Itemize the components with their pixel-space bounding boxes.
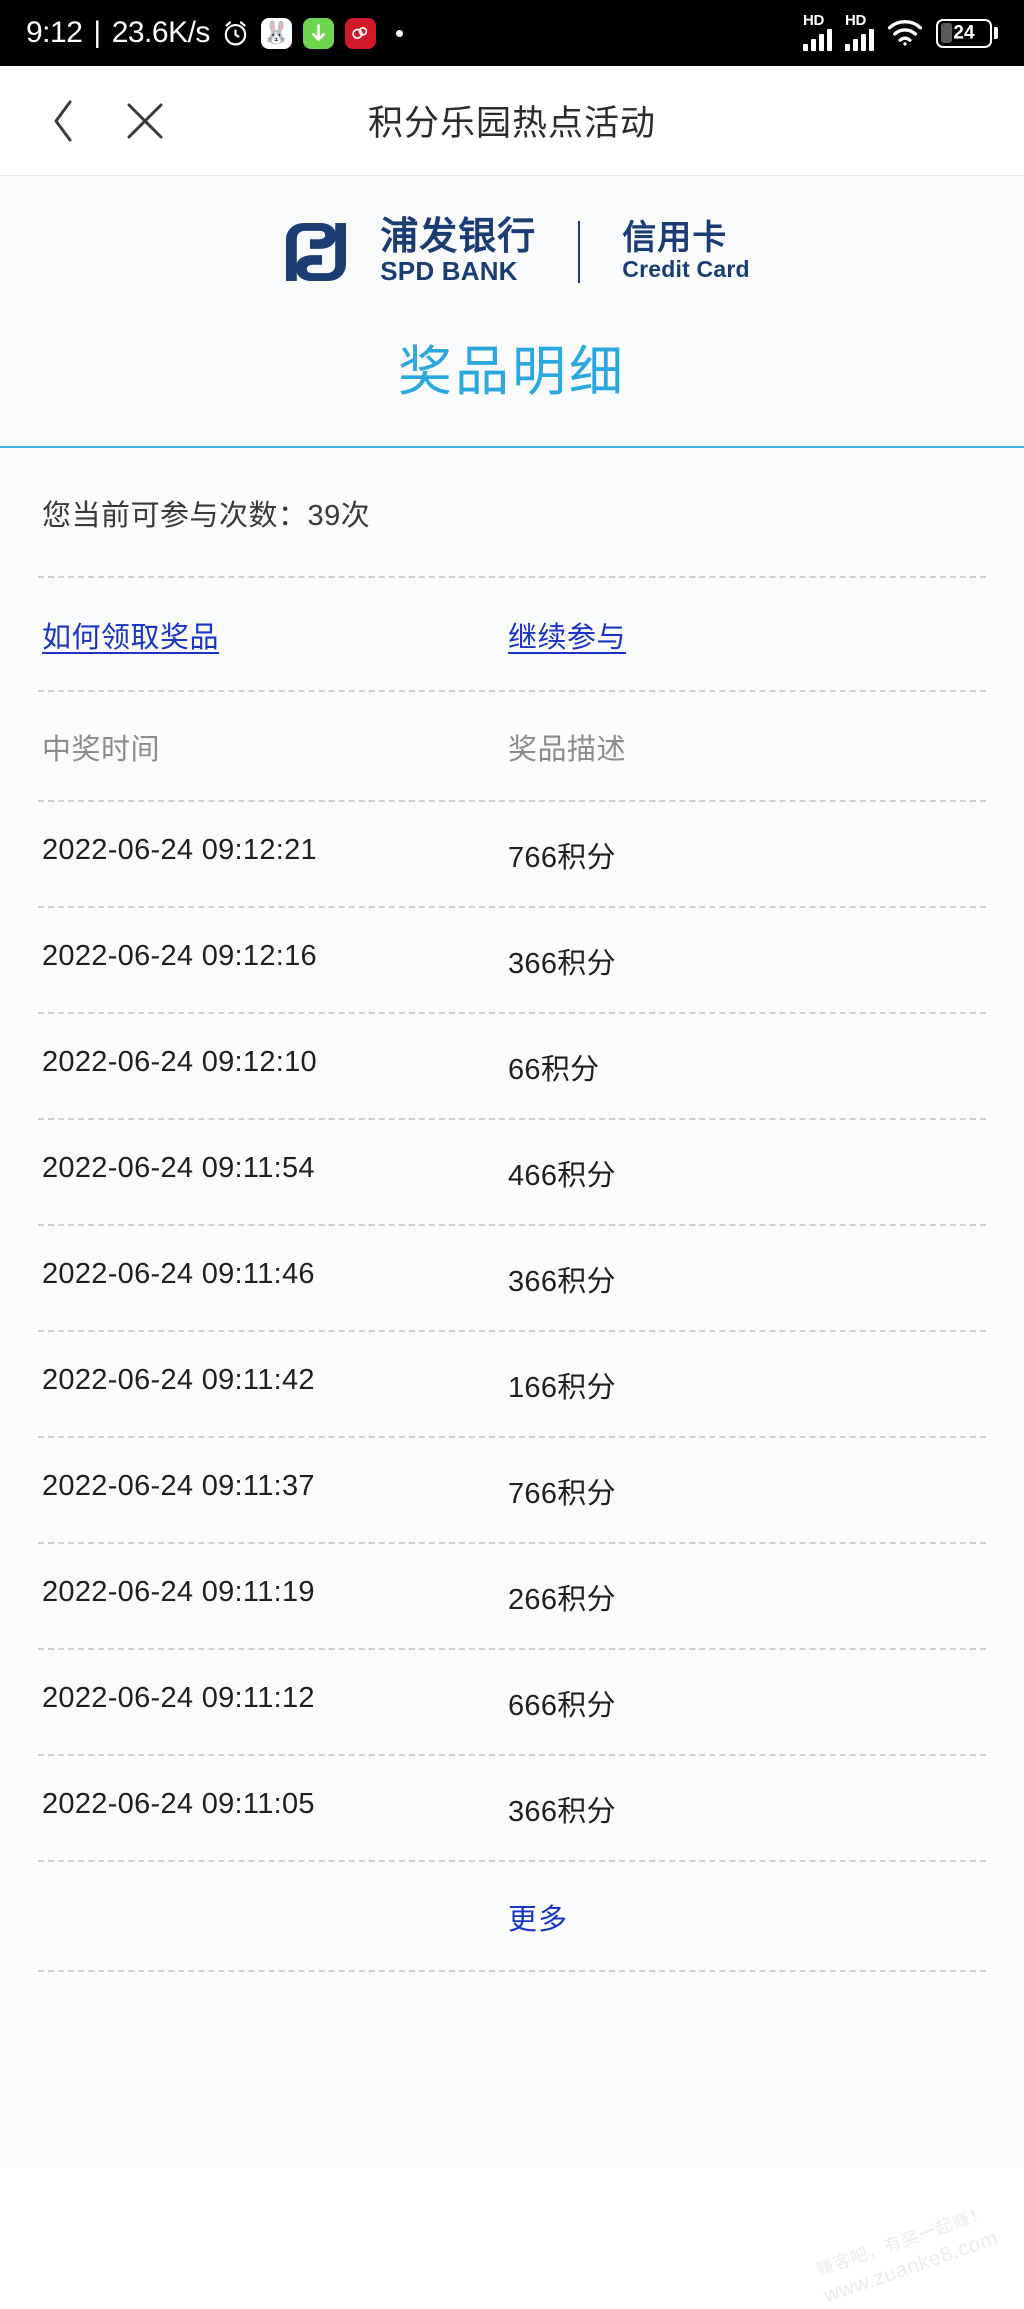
brand-primary-name: 浦发银行 SPD BANK	[380, 218, 536, 287]
signal-strength-2-icon: HD	[845, 15, 874, 51]
table-header-row: 中奖时间 奖品描述	[38, 692, 986, 800]
cell-win-time: 2022-06-24 09:11:19	[42, 1576, 315, 1608]
chevron-left-icon[interactable]	[40, 98, 86, 144]
content-area: 您当前可参与次数：39次 如何领取奖品 继续参与 中奖时间 奖品描述 2022-…	[0, 448, 1024, 2168]
page-container: 浦发银行 SPD BANK 信用卡 Credit Card 奖品明细 您当前可参…	[0, 176, 1024, 2168]
table-row: 2022-06-24 09:11:19 266积分	[38, 1544, 986, 1648]
table-row: 2022-06-24 09:12:16 366积分	[38, 908, 986, 1012]
app-header: 积分乐园热点活动	[0, 66, 1024, 176]
network-speed-text: 23.6K/s	[112, 16, 210, 50]
cell-prize-desc: 766积分	[508, 842, 616, 874]
status-bar-right: HD HD 24	[803, 15, 998, 51]
action-links-row: 如何领取奖品 继续参与	[38, 578, 986, 690]
brand-name-en: SPD BANK	[380, 257, 536, 287]
bunny-app-icon: 🐰	[261, 18, 292, 49]
brand-divider	[578, 221, 580, 283]
cell-prize-desc: 766积分	[508, 1478, 616, 1510]
weibo-app-icon	[345, 18, 376, 49]
table-row: 2022-06-24 09:11:46 366积分	[38, 1226, 986, 1330]
how-to-claim-link[interactable]: 如何领取奖品	[42, 622, 219, 654]
load-more-link[interactable]: 更多	[508, 1904, 568, 1936]
signal-strength-1-icon: HD	[803, 15, 832, 51]
cell-win-time: 2022-06-24 09:11:46	[42, 1258, 315, 1290]
cell-win-time: 2022-06-24 09:12:21	[42, 834, 317, 866]
cell-prize-desc: 366积分	[508, 948, 616, 980]
header-nav-icons	[0, 98, 168, 144]
cell-win-time: 2022-06-24 09:11:37	[42, 1470, 315, 1502]
brand-product-name: 信用卡 Credit Card	[622, 221, 749, 284]
alarm-clock-icon	[221, 19, 250, 48]
spd-bank-logo-icon: 浦发银行 SPD BANK 信用卡 Credit Card	[274, 218, 749, 287]
status-dot-icon	[396, 30, 403, 37]
site-watermark: 赚客吧，有奖一起赚！ www.zuanke8.com	[812, 2200, 1002, 2309]
cell-prize-desc: 66积分	[508, 1054, 599, 1086]
cell-prize-desc: 466积分	[508, 1160, 616, 1192]
cell-prize-desc: 266积分	[508, 1584, 616, 1616]
cell-prize-desc: 166积分	[508, 1372, 616, 1404]
battery-icon: 24	[936, 19, 998, 48]
cell-win-time: 2022-06-24 09:11:12	[42, 1682, 315, 1714]
column-header-prize: 奖品描述	[508, 734, 626, 766]
status-bar-left: 9:12 | 23.6K/s 🐰	[26, 16, 403, 50]
watermark-line-1: 赚客吧，有奖一起赚！	[812, 2200, 993, 2284]
cell-prize-desc: 366积分	[508, 1266, 616, 1298]
cell-prize-desc: 366积分	[508, 1796, 616, 1828]
prize-table-body: 2022-06-24 09:12:21766积分2022-06-24 09:12…	[38, 802, 986, 1862]
battery-percent-text: 24	[938, 24, 990, 43]
prize-detail-title: 奖品明细	[0, 309, 1024, 446]
table-row: 2022-06-24 09:11:42 166积分	[38, 1332, 986, 1436]
cell-win-time: 2022-06-24 09:11:42	[42, 1364, 315, 1396]
cell-win-time: 2022-06-24 09:11:05	[42, 1788, 315, 1820]
status-time: 9:12	[26, 16, 82, 50]
table-row: 2022-06-24 09:11:12 666积分	[38, 1650, 986, 1754]
table-row: 2022-06-24 09:11:05 366积分	[38, 1756, 986, 1860]
table-row: 2022-06-24 09:12:10 66积分	[38, 1014, 986, 1118]
hd-label-2: HD	[845, 13, 866, 28]
more-row: 更多	[38, 1862, 986, 1970]
download-app-icon	[303, 18, 334, 49]
status-bar: 9:12 | 23.6K/s 🐰 HD	[0, 0, 1024, 66]
brand-name-cn: 浦发银行	[380, 218, 536, 257]
wifi-icon	[887, 19, 923, 47]
close-x-icon[interactable]	[122, 98, 168, 144]
hd-label-1: HD	[803, 13, 824, 28]
table-row: 2022-06-24 09:11:54 466积分	[38, 1120, 986, 1224]
divider	[38, 1970, 986, 1972]
cell-win-time: 2022-06-24 09:12:10	[42, 1046, 317, 1078]
column-header-time: 中奖时间	[42, 734, 160, 766]
cell-win-time: 2022-06-24 09:12:16	[42, 940, 317, 972]
table-row: 2022-06-24 09:11:37 766积分	[38, 1438, 986, 1542]
brand-product-en: Credit Card	[622, 256, 749, 284]
cell-prize-desc: 666积分	[508, 1690, 616, 1722]
watermark-line-2: www.zuanke8.com	[820, 2224, 1002, 2309]
table-row: 2022-06-24 09:12:21 766积分	[38, 802, 986, 906]
status-separator: |	[93, 16, 100, 50]
remaining-chances-text: 您当前可参与次数：39次	[38, 448, 986, 576]
brand-product-cn: 信用卡	[622, 221, 749, 257]
cell-win-time: 2022-06-24 09:11:54	[42, 1152, 315, 1184]
brand-header: 浦发银行 SPD BANK 信用卡 Credit Card	[0, 176, 1024, 309]
continue-participate-link[interactable]: 继续参与	[508, 622, 626, 654]
